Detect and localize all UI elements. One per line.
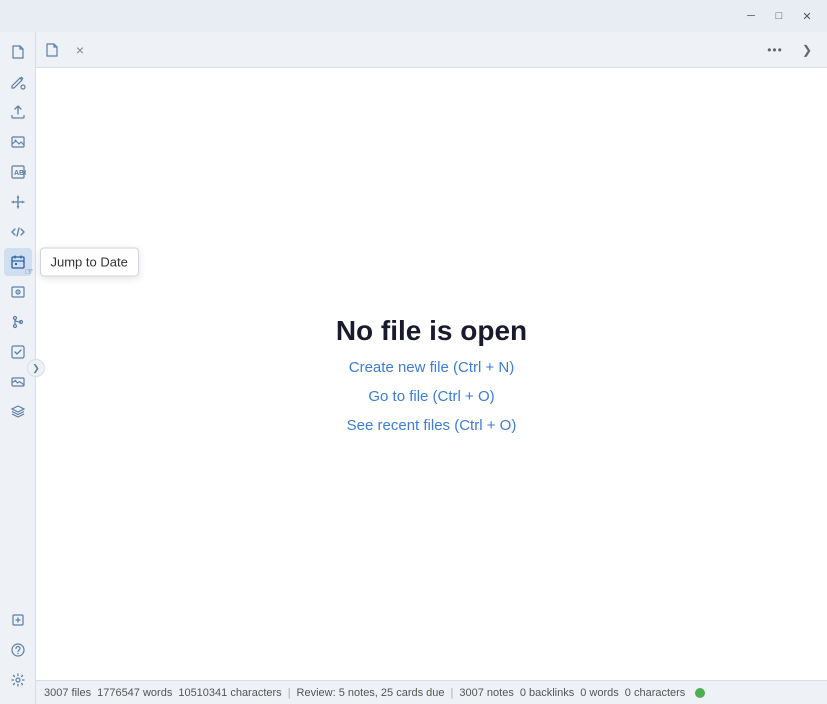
sidebar-item-upload[interactable] [4, 98, 32, 126]
minimize-button[interactable]: ─ [739, 4, 763, 28]
sidebar-item-move[interactable] [4, 188, 32, 216]
no-file-title: No file is open [336, 315, 527, 347]
sidebar-item-settings[interactable] [4, 666, 32, 694]
content-wrapper: × ••• ❯ No file is open Create new file … [36, 32, 827, 704]
status-review: Review: 5 notes, 25 cards due [297, 687, 445, 699]
tab-bar: × ••• ❯ [36, 32, 827, 68]
main-content: No file is open Create new file (Ctrl + … [36, 68, 827, 680]
status-bar: 3007 files 1776547 words 10510341 charac… [36, 680, 827, 704]
sidebar-item-layers[interactable] [4, 398, 32, 426]
status-notes: 3007 notes [459, 687, 513, 699]
close-button[interactable]: ✕ [795, 4, 819, 28]
sidebar-item-image[interactable] [4, 128, 32, 156]
tab-close-button[interactable]: × [68, 38, 92, 62]
sidebar-item-text[interactable]: ABC [4, 158, 32, 186]
status-words: 1776547 words [97, 687, 172, 699]
sidebar-collapse-button[interactable]: ❯ [27, 359, 45, 377]
new-file-tab-icon [44, 42, 60, 58]
sidebar-item-help[interactable] [4, 636, 32, 664]
status-files: 3007 files [44, 687, 91, 699]
main-layout: ABC [0, 32, 827, 704]
status-characters2: 0 characters [625, 687, 686, 699]
go-to-file-link[interactable]: Go to file (Ctrl + O) [368, 388, 494, 405]
collapse-panel-button[interactable]: ❯ [795, 38, 819, 62]
status-indicator [695, 688, 705, 698]
status-words2: 0 words [580, 687, 619, 699]
sidebar-item-preview[interactable] [4, 278, 32, 306]
titlebar: ─ □ ✕ [0, 0, 827, 32]
svg-text:ABC: ABC [14, 170, 26, 177]
sidebar-top: ABC [4, 38, 32, 606]
sidebar-item-file[interactable] [4, 38, 32, 66]
sidebar-item-import[interactable] [4, 606, 32, 634]
sidebar-bottom [4, 606, 32, 698]
status-sep1: | [288, 687, 291, 699]
sidebar-item-branch[interactable] [4, 308, 32, 336]
status-characters: 10510341 characters [178, 687, 281, 699]
maximize-button[interactable]: □ [767, 4, 791, 28]
sidebar-item-calendar[interactable]: Jump to Date ☞ [4, 248, 32, 276]
see-recent-files-link[interactable]: See recent files (Ctrl + O) [347, 417, 517, 434]
sidebar-item-code[interactable] [4, 218, 32, 246]
sidebar: ABC [0, 32, 36, 704]
sidebar-item-tasks[interactable] [4, 338, 32, 366]
more-options-button[interactable]: ••• [763, 38, 787, 62]
create-new-file-link[interactable]: Create new file (Ctrl + N) [349, 359, 514, 376]
status-backlinks: 0 backlinks [520, 687, 574, 699]
status-sep2: | [451, 687, 454, 699]
sidebar-item-paint[interactable] [4, 68, 32, 96]
